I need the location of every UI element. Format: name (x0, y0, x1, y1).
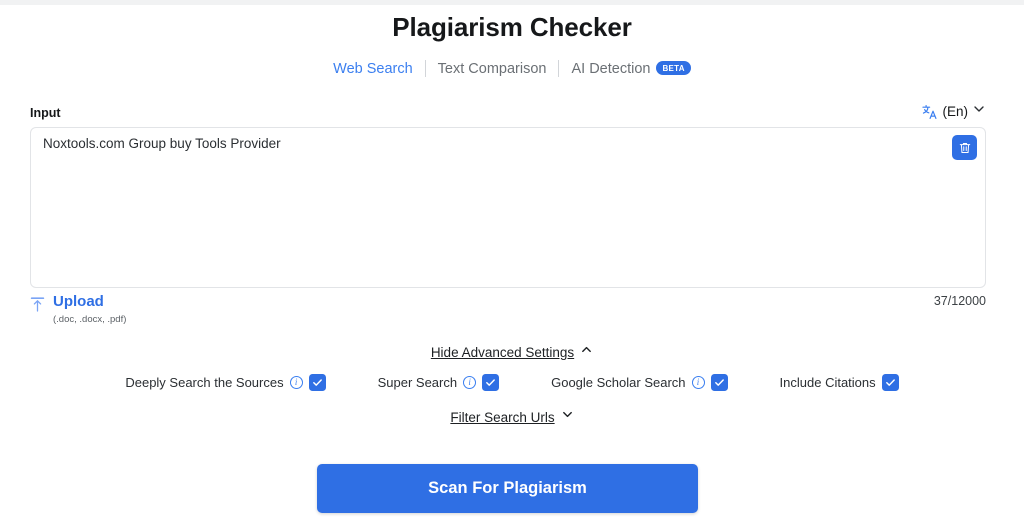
check-icon (486, 379, 496, 386)
input-textarea-value: Noxtools.com Group buy Tools Provider (43, 136, 281, 151)
beta-badge: BETA (656, 61, 691, 75)
check-icon (714, 379, 724, 386)
chevron-down-icon (561, 408, 574, 426)
plagiarism-checker-page: Plagiarism Checker Web Search Text Compa… (0, 0, 1024, 522)
filter-search-urls-toggle[interactable]: Filter Search Urls (0, 408, 1024, 426)
option-deeply-search-the-sources[interactable]: Deeply Search the Sources i (125, 374, 326, 391)
checkbox-google-scholar-search[interactable] (710, 374, 728, 391)
tab-web-search-label: Web Search (333, 60, 413, 77)
checkbox-super-search[interactable] (482, 374, 500, 391)
top-strip (0, 0, 1024, 5)
character-counter: 37/12000 (933, 294, 986, 308)
translate-icon (922, 104, 938, 120)
tab-text-comparison-label: Text Comparison (437, 60, 547, 77)
advanced-settings-toggle[interactable]: Hide Advanced Settings (0, 343, 1024, 361)
input-textarea[interactable]: Noxtools.com Group buy Tools Provider (30, 127, 986, 288)
upload-control[interactable]: Upload (.doc, .docx, .pdf) (30, 293, 126, 325)
tab-web-search[interactable]: Web Search (321, 61, 425, 77)
upload-formats: (.doc, .docx, .pdf) (53, 314, 127, 325)
language-value: (En) (942, 104, 968, 119)
option-google-scholar-search[interactable]: Google Scholar Search i (551, 374, 728, 391)
option-label: Deeply Search the Sources (125, 375, 284, 390)
language-selector[interactable]: (En) (922, 102, 986, 121)
tab-ai-detection[interactable]: AI Detection BETA (559, 61, 702, 77)
option-label: Include Citations (779, 375, 876, 390)
info-icon[interactable]: i (289, 376, 303, 389)
option-include-citations[interactable]: Include Citations (780, 374, 899, 391)
upload-icon (30, 296, 45, 317)
info-icon[interactable]: i (463, 376, 477, 389)
tab-ai-detection-label: AI Detection (571, 60, 651, 77)
trash-icon (959, 142, 970, 153)
advanced-settings-label: Hide Advanced Settings (430, 344, 575, 360)
advanced-options-row: Deeply Search the Sources i Super Search… (0, 374, 1024, 391)
chevron-up-icon (580, 343, 593, 361)
option-label: Google Scholar Search (551, 375, 686, 390)
chevron-down-icon (972, 102, 986, 121)
filter-search-urls-label: Filter Search Urls (450, 409, 555, 425)
info-icon[interactable]: i (691, 376, 705, 389)
option-super-search[interactable]: Super Search i (378, 374, 500, 391)
scan-for-plagiarism-button[interactable]: Scan For Plagiarism (317, 464, 698, 513)
input-label: Input (30, 106, 61, 120)
check-icon (885, 379, 895, 386)
tab-text-comparison[interactable]: Text Comparison (426, 61, 559, 77)
page-title: Plagiarism Checker (392, 12, 632, 42)
upload-label: Upload (53, 293, 104, 310)
tab-bar: Web Search Text Comparison AI Detection B… (0, 60, 1024, 77)
checkbox-deeply-search-the-sources[interactable] (308, 374, 326, 391)
clear-text-button[interactable] (952, 135, 977, 160)
check-icon (312, 379, 322, 386)
option-label: Super Search (377, 375, 458, 390)
checkbox-include-citations[interactable] (881, 374, 899, 391)
